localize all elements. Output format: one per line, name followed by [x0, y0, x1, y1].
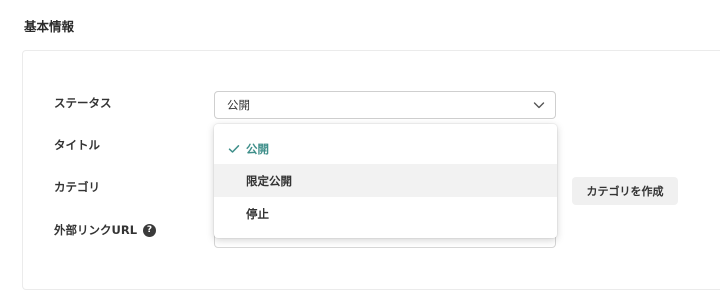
category-label-text: カテゴリ: [54, 180, 100, 194]
dropdown-option-label: 公開: [246, 141, 269, 156]
status-label: ステータス: [54, 95, 112, 111]
check-icon: [228, 144, 240, 153]
title-label-text: タイトル: [54, 138, 100, 152]
dropdown-option-stopped[interactable]: 停止: [214, 197, 557, 230]
external-link-label-text: 外部リンクURL: [54, 223, 138, 237]
create-category-button[interactable]: カテゴリを作成: [572, 177, 678, 205]
status-select[interactable]: 公開: [214, 91, 556, 119]
dropdown-option-limited[interactable]: 限定公開: [214, 164, 557, 197]
category-label: カテゴリ: [54, 179, 100, 195]
title-label: タイトル: [54, 137, 100, 153]
dropdown-option-label: 限定公開: [246, 173, 292, 188]
chevron-down-icon: [533, 102, 545, 109]
status-dropdown-menu: 公開 限定公開 停止: [214, 124, 557, 238]
section-title: 基本情報: [24, 19, 75, 34]
status-label-text: ステータス: [54, 96, 112, 110]
dropdown-option-public[interactable]: 公開: [214, 132, 557, 165]
dropdown-option-label: 停止: [246, 206, 269, 221]
external-link-label: 外部リンクURL ?: [54, 222, 157, 238]
status-select-value: 公開: [227, 98, 250, 112]
help-icon[interactable]: ?: [143, 223, 157, 237]
